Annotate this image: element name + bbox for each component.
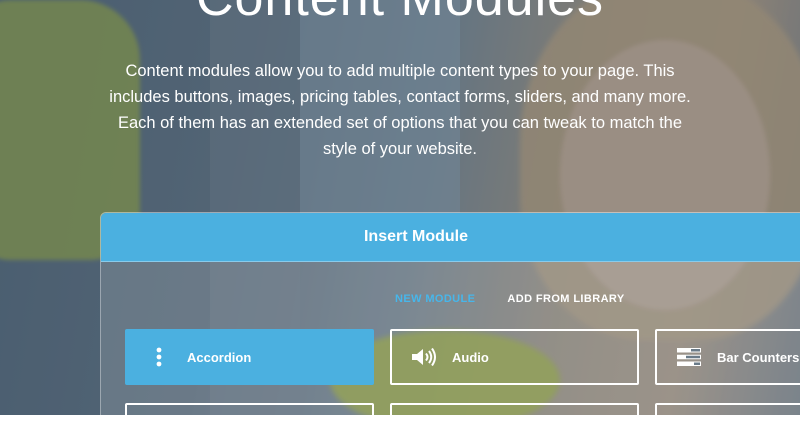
dialog-header: Insert Module: [101, 213, 800, 262]
module-tile[interactable]: [390, 403, 639, 443]
dialog-tabs: NEW MODULE ADD FROM LIBRARY: [395, 293, 625, 305]
tab-add-from-library[interactable]: ADD FROM LIBRARY: [507, 293, 624, 305]
module-audio[interactable]: Audio: [390, 329, 639, 385]
module-bar-counters[interactable]: Bar Counters: [655, 329, 800, 385]
module-tile[interactable]: [125, 403, 374, 443]
module-accordion[interactable]: Accordion: [125, 329, 374, 385]
module-tile[interactable]: [655, 403, 800, 443]
audio-icon: [404, 347, 444, 367]
section-intro: Content modules allow you to add multipl…: [109, 62, 691, 158]
insert-module-dialog: Insert Module NEW MODULE ADD FROM LIBRAR…: [100, 212, 800, 444]
section-heading: Content Modules: [0, 0, 800, 28]
module-label: Audio: [452, 349, 489, 365]
accordion-icon: [139, 347, 179, 367]
module-label: Accordion: [187, 349, 252, 365]
tab-new-module[interactable]: NEW MODULE: [395, 293, 475, 305]
bar-counters-icon: [669, 347, 709, 367]
dialog-title: Insert Module: [363, 228, 468, 245]
module-label: Bar Counters: [717, 349, 800, 365]
